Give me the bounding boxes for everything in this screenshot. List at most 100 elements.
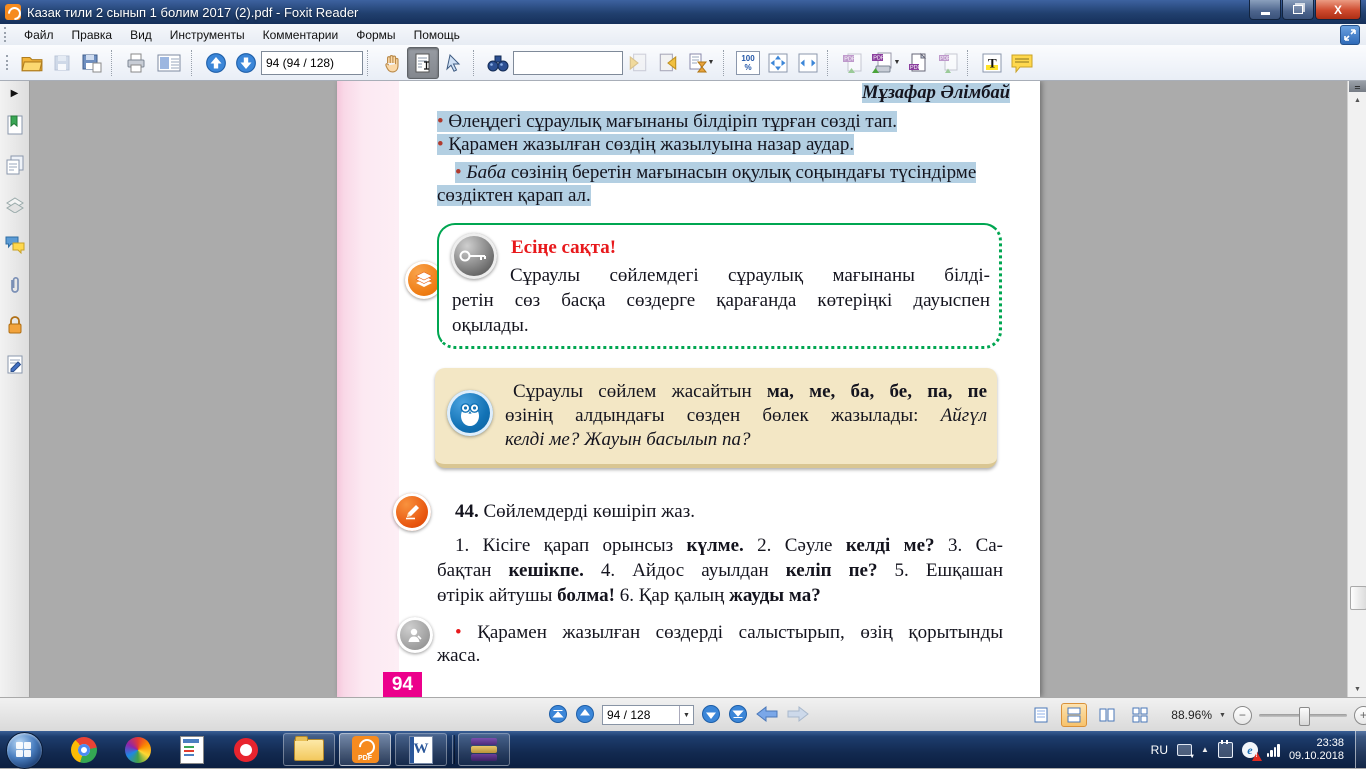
signature-panel-button[interactable] (0, 345, 29, 385)
go-forward-button[interactable] (786, 705, 810, 726)
save-button[interactable] (47, 48, 77, 78)
first-page-button[interactable] (548, 704, 568, 727)
zoom-slider[interactable] (1258, 706, 1347, 726)
taskbar-setup-button[interactable] (166, 733, 218, 766)
taskbar-explorer-button[interactable] (283, 733, 335, 766)
dropdown-caret-icon: ▼ (707, 59, 715, 66)
zoom-out-button[interactable]: − (1232, 705, 1252, 725)
comments-panel-button[interactable] (0, 225, 29, 265)
minimize-button[interactable] (1249, 0, 1281, 20)
scroll-down-button[interactable]: ▼ (1349, 682, 1366, 697)
continuous-view-button[interactable] (1061, 703, 1087, 727)
pages-panel-button[interactable] (0, 145, 29, 185)
find-previous-button[interactable] (623, 48, 653, 78)
print-preview-icon (157, 54, 181, 71)
scrollbar-thumb[interactable] (1350, 586, 1366, 610)
book-stack-icon (415, 271, 433, 287)
attachments-panel-button[interactable] (0, 265, 29, 305)
save-as-button[interactable] (77, 48, 107, 78)
restore-button[interactable] (1282, 0, 1314, 20)
scroll-up-button[interactable]: ▲ (1349, 93, 1366, 108)
taskbar-foxit-button[interactable]: PDF (339, 733, 391, 766)
facing-view-button[interactable] (1094, 703, 1120, 727)
show-hidden-icons-button[interactable]: ▲ (1201, 745, 1209, 754)
vertical-scrollbar[interactable]: ⚌ ▲ ▼ (1347, 81, 1366, 697)
page-down-icon (236, 52, 256, 73)
create-pdf-from-file-button[interactable]: PDF (837, 48, 867, 78)
toolbar-grip (4, 27, 11, 42)
find-button[interactable] (483, 48, 513, 78)
taskbar-winrar-button[interactable] (458, 733, 510, 766)
continuous-facing-view-button[interactable] (1127, 703, 1153, 727)
find-next-icon (659, 53, 677, 71)
taskbar-browser-ball-button[interactable] (112, 733, 164, 766)
next-page-button[interactable] (701, 704, 721, 727)
search-options-button[interactable]: ▼ (683, 48, 719, 78)
single-page-view-button[interactable] (1028, 703, 1054, 727)
pdf-page[interactable]: Мұзафар Әлімбай • Өлеңдегі сұраулық мағы… (337, 81, 1040, 697)
menu-view[interactable]: Вид (121, 26, 161, 44)
print-button[interactable] (121, 48, 151, 78)
taskbar-word-button[interactable]: W (395, 733, 447, 766)
taskbar-chrome-button[interactable] (58, 733, 110, 766)
toolbar-grip (6, 55, 13, 70)
page-number-field[interactable] (261, 50, 363, 75)
text-line: өтірік айтушы болма! 6. Қар қалың жауды … (437, 585, 821, 606)
layers-panel-button[interactable] (0, 185, 29, 225)
hand-tool-button[interactable] (377, 48, 407, 78)
removable-device-icon[interactable] (1217, 739, 1233, 758)
go-back-button[interactable] (755, 705, 779, 726)
svg-text:T: T (988, 55, 997, 70)
bookmarks-panel-button[interactable] (0, 105, 29, 145)
menu-tools[interactable]: Инструменты (161, 26, 254, 44)
fullscreen-toggle-button[interactable] (1340, 25, 1360, 45)
next-page-button[interactable] (231, 48, 261, 78)
previous-page-button[interactable] (201, 48, 231, 78)
taskbar-opera-button[interactable] (220, 733, 272, 766)
menu-help[interactable]: Помощь (405, 26, 469, 44)
antivirus-alert-icon[interactable]: e (1241, 741, 1262, 761)
remember-rule-box: Есіңе сақта! Сұраулы сөйлемдегі сұраулық… (437, 223, 1002, 349)
actual-size-button[interactable]: 100 % (733, 48, 763, 78)
zoom-slider-thumb[interactable] (1298, 706, 1310, 726)
zoom-dropdown-caret-icon[interactable]: ▼ (1219, 712, 1226, 719)
print-preview-button[interactable] (151, 48, 187, 78)
menu-comments[interactable]: Комментарии (254, 26, 348, 44)
padlock-icon (8, 316, 21, 334)
menu-edit[interactable]: Правка (63, 26, 122, 44)
page-number-combo[interactable]: 94 / 128 ▼ (602, 705, 694, 725)
last-page-button[interactable] (728, 704, 748, 727)
fit-page-button[interactable] (763, 48, 793, 78)
previous-page-button[interactable] (575, 704, 595, 727)
intro-bullet-line: • Баба сөзінің беретін мағынасын оқулық … (455, 162, 977, 183)
expand-panel-button[interactable]: ▶ (0, 81, 29, 105)
menu-forms[interactable]: Формы (347, 26, 404, 44)
select-text-tool-button[interactable] (407, 46, 439, 79)
keyboard-layout-icon[interactable]: ▼ (1177, 743, 1195, 760)
find-next-button[interactable] (653, 48, 683, 78)
windows-logo-icon (16, 742, 32, 758)
create-pdf-from-scanner-button[interactable]: PDF ▼ (867, 48, 903, 78)
zoom-in-button[interactable]: + (1353, 705, 1366, 725)
add-note-button[interactable] (1007, 48, 1037, 78)
open-file-button[interactable] (17, 48, 47, 78)
document-view-area[interactable]: Мұзафар Әлімбай • Өлеңдегі сұраулық мағы… (30, 81, 1347, 697)
language-indicator[interactable]: RU (1151, 743, 1168, 757)
close-button[interactable]: X (1315, 0, 1361, 20)
fit-width-button[interactable] (793, 48, 823, 78)
select-annotation-tool-button[interactable] (439, 48, 469, 78)
menu-file[interactable]: Файл (15, 26, 63, 44)
search-input[interactable] (513, 50, 623, 75)
show-desktop-button[interactable] (1355, 731, 1366, 768)
next-page-icon (702, 704, 720, 723)
zoom-percentage[interactable]: 88.96% (1160, 708, 1212, 722)
combine-pdf-button[interactable]: PDF (933, 48, 963, 78)
clock[interactable]: 23:38 09.10.2018 (1289, 737, 1344, 763)
security-panel-button[interactable] (0, 305, 29, 345)
start-button[interactable] (6, 732, 43, 769)
author-line: Мұзафар Әлімбай (862, 83, 1010, 103)
highlight-text-button[interactable]: T (977, 48, 1007, 78)
create-blank-pdf-button[interactable]: PDF (903, 48, 933, 78)
network-signal-icon[interactable] (1266, 743, 1280, 757)
split-view-handle[interactable]: ⚌ (1349, 81, 1366, 92)
